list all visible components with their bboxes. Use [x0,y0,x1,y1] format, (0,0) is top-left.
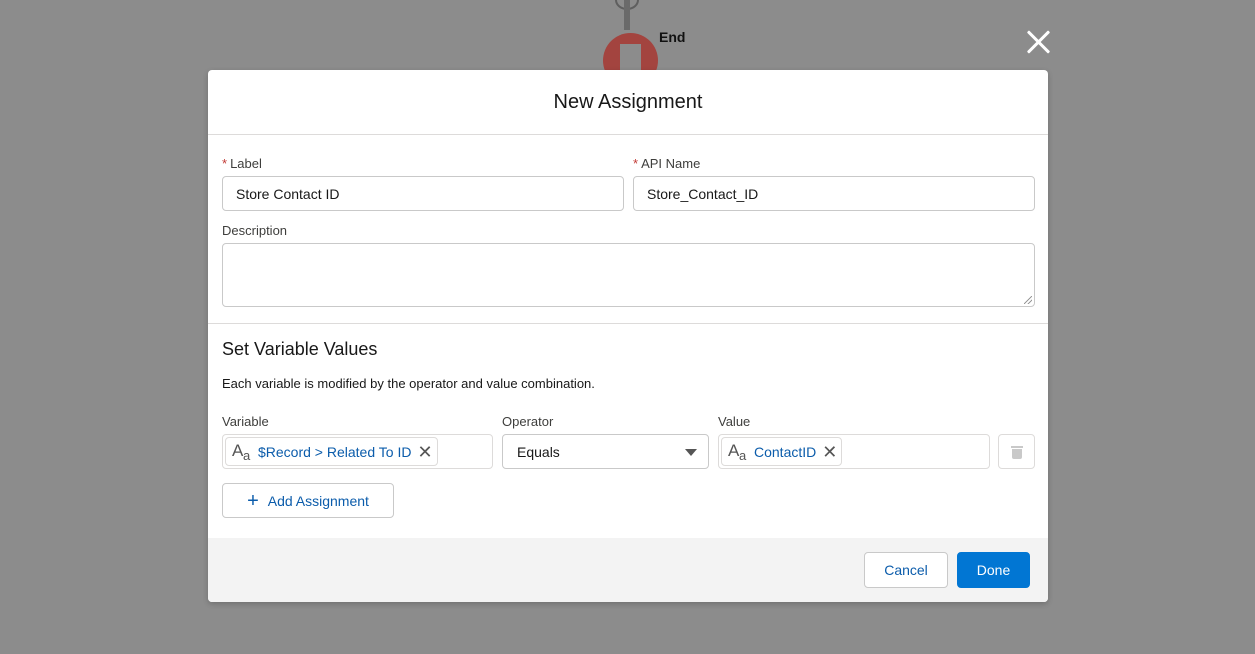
operator-select[interactable]: Equals [502,434,709,469]
operator-header: Operator [502,414,554,429]
plus-icon: + [247,489,259,512]
value-header: Value [718,414,751,429]
text-type-icon: Aa [232,440,251,463]
section-title: Set Variable Values [222,339,378,359]
variable-pill: Aa $Record > Related To ID ✕ [225,437,438,466]
description-label: Description [222,223,288,238]
value-combobox[interactable]: Aa ContactID ✕ [718,434,990,469]
add-assignment-label: Add Assignment [267,492,369,509]
set-variable-values-section: Set Variable Values Each variable is mod… [208,324,1048,540]
description-textarea[interactable] [222,243,1035,307]
section-description: Each variable is modified by the operato… [222,376,595,391]
remove-icon[interactable]: ✕ [822,443,837,461]
modal-footer: Cancel Done [208,538,1048,602]
new-assignment-modal: New Assignment * Label Store Contact ID *… [208,70,1048,602]
label-input[interactable]: Store Contact ID [222,176,624,211]
variable-combobox[interactable]: Aa $Record > Related To ID ✕ [222,434,493,469]
modal-title: New Assignment [553,90,703,113]
done-button[interactable]: Done [957,552,1030,588]
api-name-field: * API Name Store_Contact_ID [633,156,1035,211]
value-pill-text[interactable]: ContactID [754,444,816,460]
delete-row-button[interactable] [998,434,1035,469]
close-icon[interactable] [1026,29,1052,55]
modal-header: New Assignment [208,70,1048,135]
flow-connector-line [624,0,630,30]
description-field: Description [222,223,1035,307]
api-name-field-label: API Name [641,156,701,171]
operator-value: Equals [517,443,560,460]
required-marker: * [633,156,639,171]
required-marker: * [222,156,228,171]
label-field-label: Label [230,156,262,171]
value-pill: Aa ContactID ✕ [721,437,843,466]
label-field: * Label Store Contact ID [222,156,624,211]
text-type-icon: Aa [728,440,747,463]
remove-icon[interactable]: ✕ [417,443,432,461]
add-assignment-button[interactable]: + Add Assignment [222,483,394,518]
resize-handle-icon[interactable] [1024,296,1032,304]
chevron-down-icon [685,449,697,456]
variable-pill-text[interactable]: $Record > Related To ID [258,444,411,460]
assignment-row: Variable Aa $Record > Related To ID ✕ Op… [222,414,1035,469]
variable-header: Variable [222,414,269,429]
general-section: * Label Store Contact ID * API Name Store_… [208,135,1048,324]
cancel-button[interactable]: Cancel [864,552,948,588]
trash-icon [1010,445,1023,459]
end-node-label: End [659,29,686,45]
api-name-input[interactable]: Store_Contact_ID [633,176,1035,211]
